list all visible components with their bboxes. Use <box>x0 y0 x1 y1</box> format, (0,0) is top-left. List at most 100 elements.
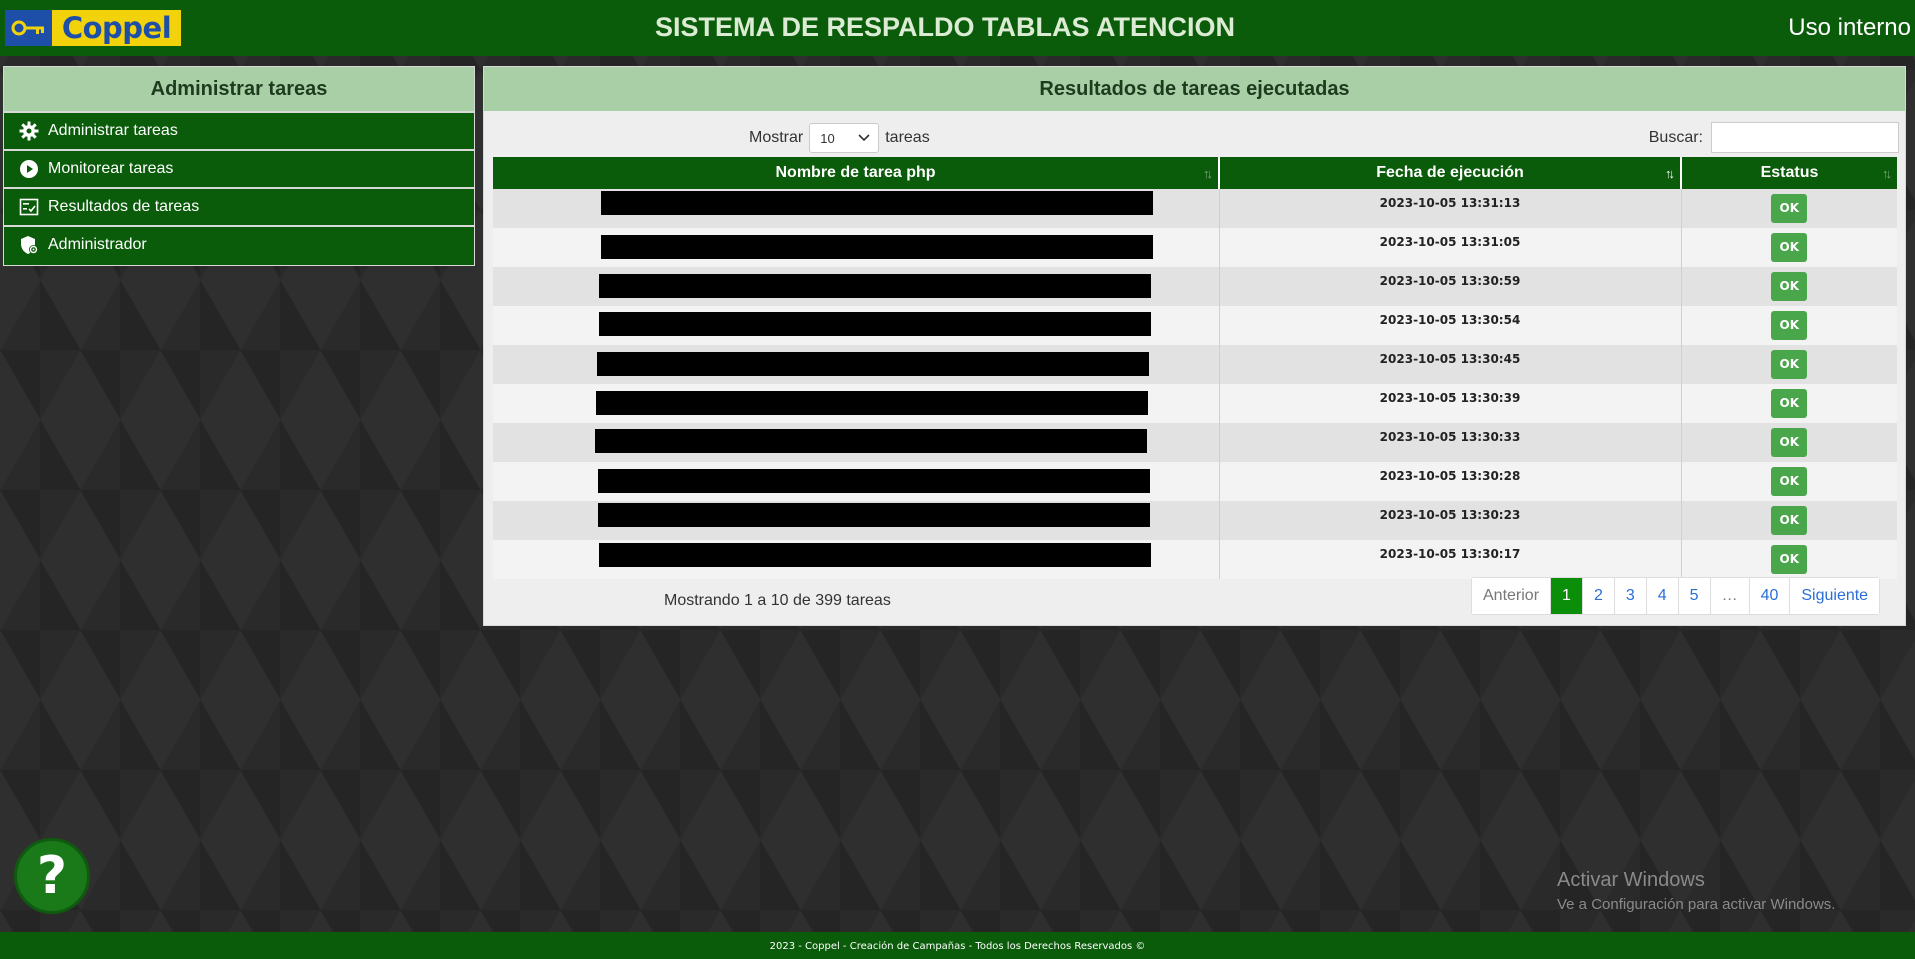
table-row: 2023-10-05 13:30:23 OK <box>493 501 1897 540</box>
pagination-previous[interactable]: Anterior <box>1472 578 1551 614</box>
column-header-status[interactable]: Estatus ↑↓ <box>1681 157 1897 189</box>
help-button[interactable]: ? <box>14 838 90 914</box>
sidebar-item-label: Resultados de tareas <box>48 198 200 215</box>
redacted-task-name <box>599 274 1151 298</box>
status-badge[interactable]: OK <box>1771 272 1808 301</box>
results-table: Nombre de tarea php ↑↓ Fecha de ejecució… <box>493 157 1897 579</box>
results-title: Resultados de tareas ejecutadas <box>484 67 1905 111</box>
show-prefix: Mostrar <box>749 129 804 146</box>
status-cell: OK <box>1681 384 1897 423</box>
table-row: 2023-10-05 13:30:28 OK <box>493 462 1897 501</box>
status-cell: OK <box>1681 228 1897 267</box>
sidebar: Administrar tareas Administrar tareas Mo… <box>3 66 475 266</box>
execution-date-cell: 2023-10-05 13:30:17 <box>1219 540 1682 579</box>
execution-date-cell: 2023-10-05 13:30:28 <box>1219 462 1682 501</box>
table-row: 2023-10-05 13:30:33 OK <box>493 423 1897 462</box>
sidebar-item-monitorear-tareas[interactable]: Monitorear tareas <box>4 149 474 187</box>
scope-label: Uso interno <box>1788 14 1911 41</box>
task-name-cell <box>493 501 1220 540</box>
table-row: 2023-10-05 13:31:13 OK <box>493 189 1897 228</box>
pagination-page-4[interactable]: 4 <box>1645 578 1678 614</box>
execution-date-cell: 2023-10-05 13:30:45 <box>1219 345 1682 384</box>
table-row: 2023-10-05 13:31:05 OK <box>493 228 1897 267</box>
status-badge[interactable]: OK <box>1771 194 1808 223</box>
execution-date-cell: 2023-10-05 13:30:59 <box>1219 267 1682 306</box>
table-row: 2023-10-05 13:30:54 OK <box>493 306 1897 345</box>
search-label: Buscar: <box>1648 128 1703 146</box>
chevron-down-icon <box>858 134 870 142</box>
coppel-logo[interactable]: Coppel <box>5 10 181 46</box>
status-badge[interactable]: OK <box>1771 545 1808 574</box>
task-name-cell <box>493 228 1220 267</box>
shield-icon <box>18 234 40 256</box>
sidebar-item-label: Monitorear tareas <box>48 160 174 177</box>
execution-date-cell: 2023-10-05 13:31:05 <box>1219 228 1682 267</box>
redacted-task-name <box>599 312 1151 336</box>
execution-date-cell: 2023-10-05 13:30:23 <box>1219 501 1682 540</box>
status-badge[interactable]: OK <box>1771 311 1808 340</box>
top-bar: Coppel SISTEMA DE RESPALDO TABLAS ATENCI… <box>0 0 1915 56</box>
status-badge[interactable]: OK <box>1771 350 1808 379</box>
status-cell: OK <box>1681 306 1897 345</box>
status-cell: OK <box>1681 540 1897 579</box>
sidebar-item-label: Administrador <box>48 236 147 253</box>
redacted-task-name <box>598 469 1150 493</box>
page-size-select[interactable]: 10 <box>809 123 880 153</box>
watermark-subtitle: Ve a Configuración para activar Windows. <box>1557 896 1836 913</box>
sidebar-item-administrar-tareas[interactable]: Administrar tareas <box>4 111 474 149</box>
status-cell: OK <box>1681 462 1897 501</box>
pagination-page-40[interactable]: 40 <box>1748 578 1790 614</box>
windows-activation-watermark: Activar Windows Ve a Configuración para … <box>1557 869 1835 913</box>
pagination-next[interactable]: Siguiente <box>1789 578 1880 614</box>
redacted-task-name <box>596 391 1148 415</box>
sort-icon: ↑↓ <box>1882 166 1892 181</box>
key-icon <box>5 10 52 46</box>
column-header-execution-date[interactable]: Fecha de ejecución ↑↓ <box>1219 157 1682 189</box>
pagination: Anterior 1 2 3 4 5 … 40 Siguiente <box>1471 577 1881 615</box>
sidebar-item-administrador[interactable]: Administrador <box>4 225 474 263</box>
pagination-page-1[interactable]: 1 <box>1550 578 1582 614</box>
redacted-task-name <box>601 191 1153 215</box>
redacted-task-name <box>595 429 1147 453</box>
status-badge[interactable]: OK <box>1771 506 1808 535</box>
column-header-task-name[interactable]: Nombre de tarea php ↑↓ <box>493 157 1220 189</box>
status-cell: OK <box>1681 189 1897 228</box>
redacted-task-name <box>598 503 1150 527</box>
table-header-row: Nombre de tarea php ↑↓ Fecha de ejecució… <box>493 157 1897 189</box>
results-panel: Resultados de tareas ejecutadas Mostrar … <box>483 66 1906 626</box>
execution-date-cell: 2023-10-05 13:30:39 <box>1219 384 1682 423</box>
task-name-cell <box>493 462 1220 501</box>
status-badge[interactable]: OK <box>1771 467 1808 496</box>
task-name-cell <box>493 540 1220 579</box>
table-info: Mostrando 1 a 10 de 399 tareas <box>664 592 891 609</box>
sidebar-item-resultados-de-tareas[interactable]: Resultados de tareas <box>4 187 474 225</box>
redacted-task-name <box>601 235 1153 259</box>
footer: 2023 - Coppel - Creación de Campañas - T… <box>0 932 1915 959</box>
status-badge[interactable]: OK <box>1771 428 1808 457</box>
redacted-task-name <box>599 543 1151 567</box>
execution-date-cell: 2023-10-05 13:30:54 <box>1219 306 1682 345</box>
pagination-page-5[interactable]: 5 <box>1677 578 1710 614</box>
task-name-cell <box>493 384 1220 423</box>
search-input[interactable] <box>1711 122 1899 153</box>
logo-text: Coppel <box>52 10 181 46</box>
pagination-page-2[interactable]: 2 <box>1581 578 1614 614</box>
status-badge[interactable]: OK <box>1771 389 1808 418</box>
pagination-page-3[interactable]: 3 <box>1613 578 1646 614</box>
task-name-cell <box>493 345 1220 384</box>
execution-date-cell: 2023-10-05 13:30:33 <box>1219 423 1682 462</box>
sort-desc-icon: ↑↓ <box>1665 166 1675 181</box>
execution-date-cell: 2023-10-05 13:31:13 <box>1219 189 1682 228</box>
status-cell: OK <box>1681 423 1897 462</box>
redacted-task-name <box>597 352 1149 376</box>
task-name-cell <box>493 189 1220 228</box>
table-row: 2023-10-05 13:30:17 OK <box>493 540 1897 579</box>
status-cell: OK <box>1681 267 1897 306</box>
gear-icon <box>18 120 40 142</box>
pagination-ellipsis: … <box>1709 578 1749 614</box>
app-title: SISTEMA DE RESPALDO TABLAS ATENCION <box>654 12 1235 42</box>
table-row: 2023-10-05 13:30:59 OK <box>493 267 1897 306</box>
status-badge[interactable]: OK <box>1771 233 1808 262</box>
task-name-cell <box>493 306 1220 345</box>
task-name-cell <box>493 267 1220 306</box>
